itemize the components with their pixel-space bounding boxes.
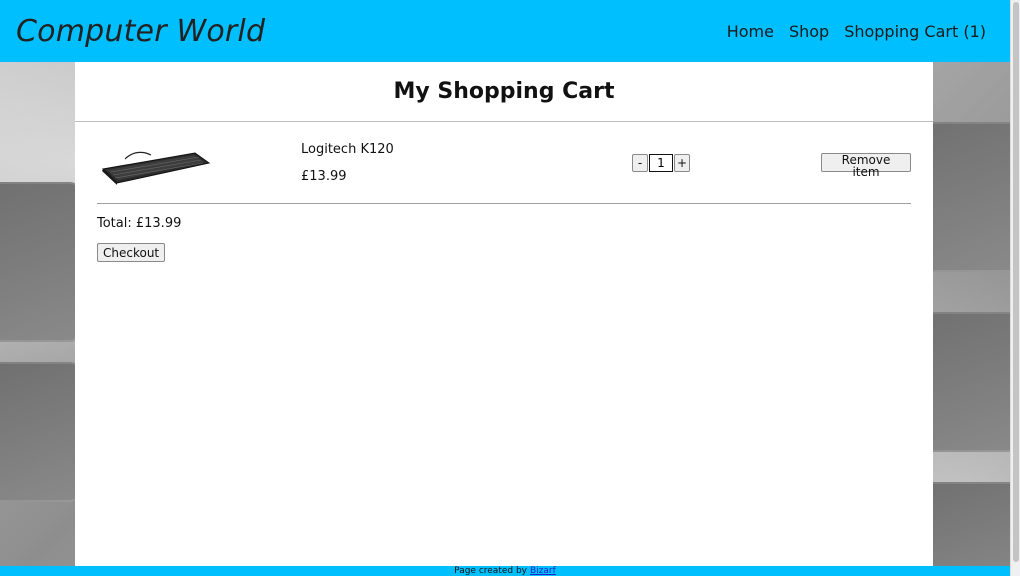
site-footer: Page created by Bizarf bbox=[0, 566, 1010, 576]
footer-author-link[interactable]: Bizarf bbox=[530, 566, 556, 576]
remove-item-button[interactable]: Remove item bbox=[821, 153, 911, 178]
checkout-button[interactable]: Checkout bbox=[97, 243, 166, 262]
footer-text: Page created by bbox=[454, 566, 528, 576]
product-info: Logitech K120 £13.99 bbox=[301, 142, 501, 184]
cart-item-row: Logitech K120 £13.99 - + Remove item bbox=[97, 122, 911, 204]
site-header: Computer World Home Shop Shopping Cart (… bbox=[0, 0, 1010, 62]
page-title: My Shopping Cart bbox=[75, 62, 933, 122]
cart-panel: My Shopping Cart Logitech K120 £13.99 - … bbox=[75, 62, 933, 566]
remove-wrap: Remove item bbox=[821, 153, 911, 178]
quantity-control: - + bbox=[501, 153, 821, 172]
quantity-stepper: - + bbox=[632, 153, 690, 172]
page-scrollbar[interactable] bbox=[1010, 0, 1020, 576]
product-price: £13.99 bbox=[301, 168, 347, 184]
increment-button[interactable]: + bbox=[674, 153, 690, 172]
product-image bbox=[97, 133, 301, 193]
main-nav: Home Shop Shopping Cart (1) bbox=[727, 22, 986, 41]
nav-shop-link[interactable]: Shop bbox=[789, 22, 829, 41]
scrollbar-thumb[interactable] bbox=[1013, 2, 1019, 562]
quantity-input[interactable] bbox=[649, 153, 673, 172]
keyboard-icon bbox=[101, 151, 211, 185]
site-logo[interactable]: Computer World bbox=[16, 14, 265, 49]
decrement-button[interactable]: - bbox=[632, 153, 648, 172]
cart-list: Logitech K120 £13.99 - + Remove item Tot… bbox=[75, 122, 933, 262]
nav-home-link[interactable]: Home bbox=[727, 22, 774, 41]
nav-cart-link[interactable]: Shopping Cart (1) bbox=[844, 22, 986, 41]
product-name: Logitech K120 bbox=[301, 141, 394, 157]
cart-total: Total: £13.99 bbox=[97, 216, 182, 231]
